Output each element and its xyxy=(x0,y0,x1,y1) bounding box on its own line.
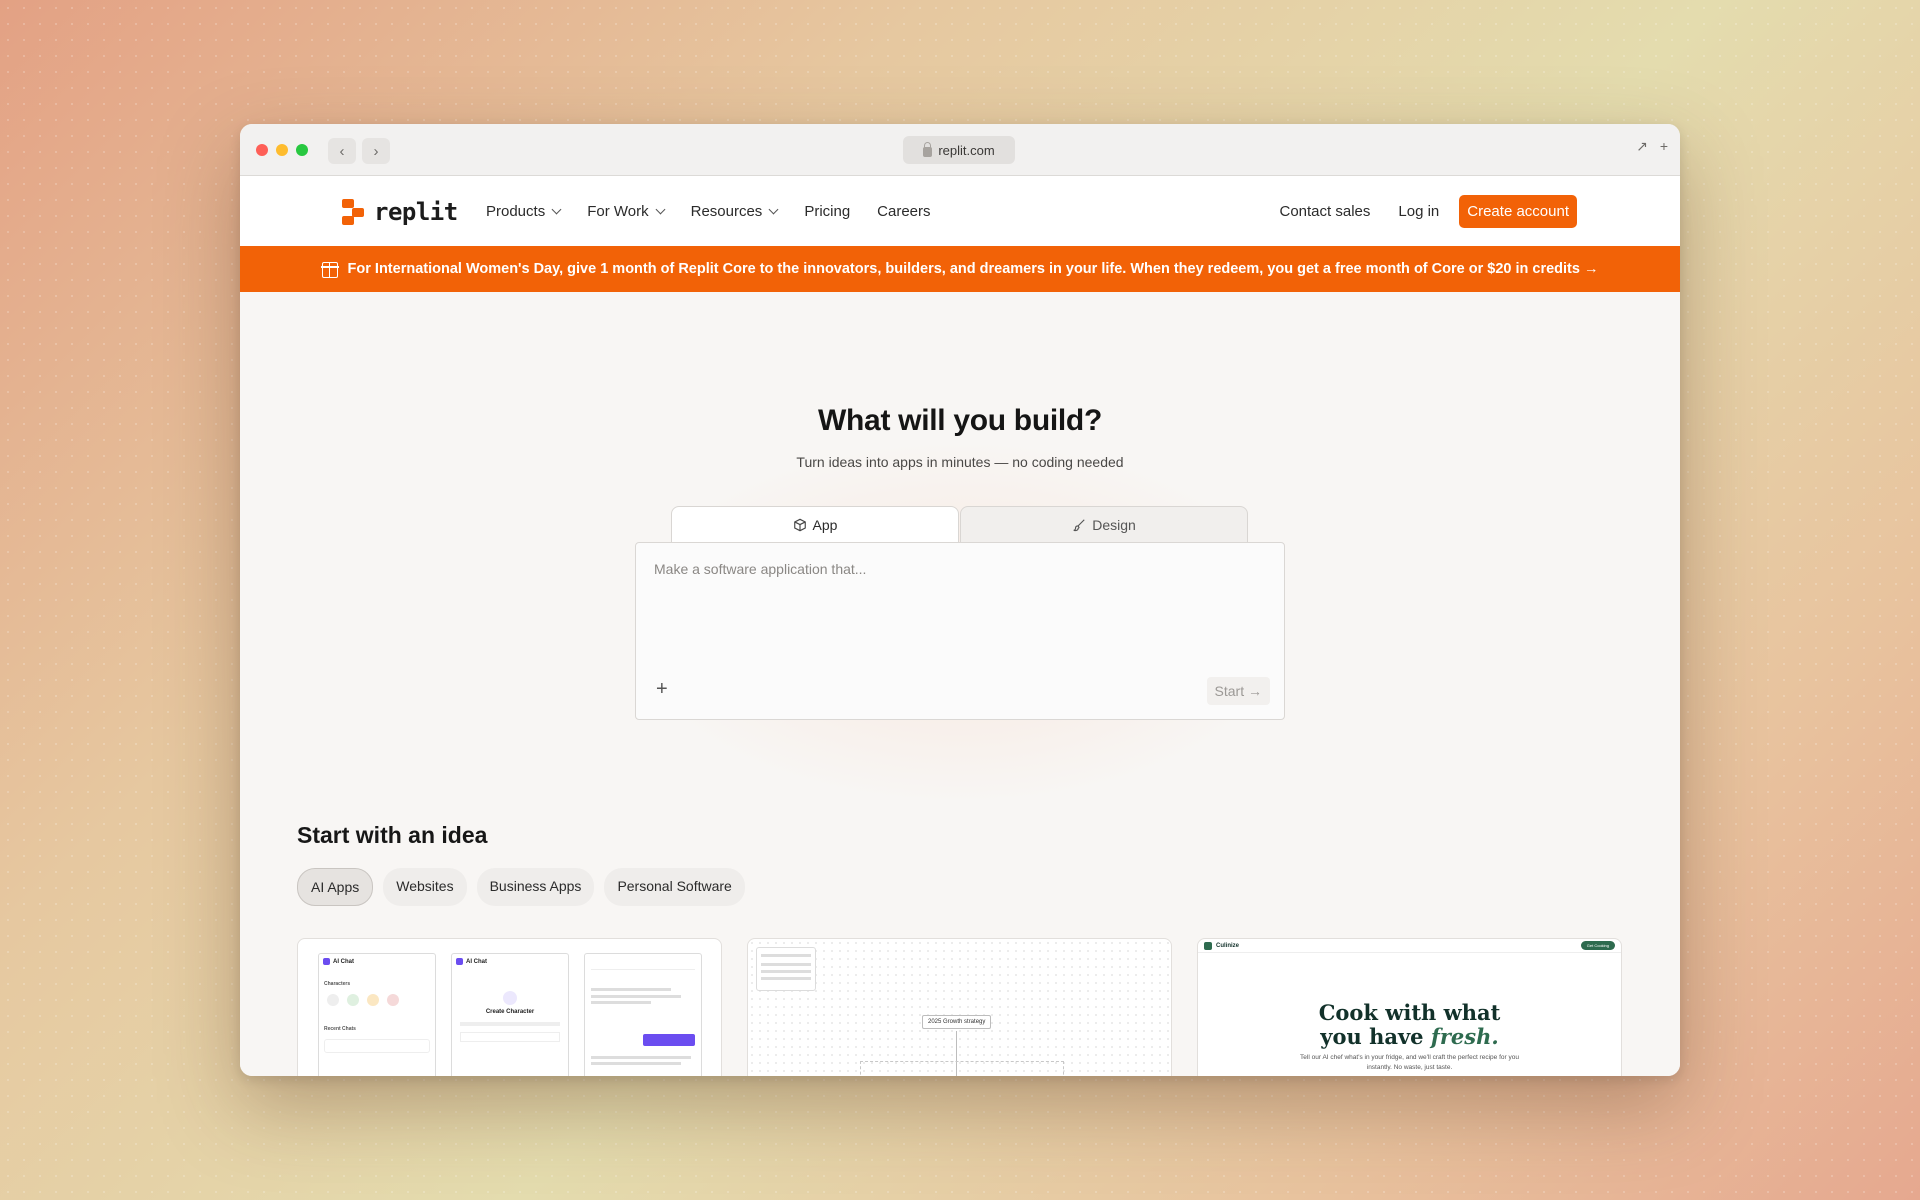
preview-app-name-2: AI Chat xyxy=(466,958,487,965)
back-button[interactable]: ‹ xyxy=(328,138,356,164)
nav-for-work-label: For Work xyxy=(587,202,649,220)
idea-card-flow[interactable]: 2025 Growth strategy xyxy=(747,938,1172,1076)
browser-window: ‹ › replit.com ↗ + replit Products For W… xyxy=(240,124,1680,1076)
start-button-label: Start xyxy=(1214,683,1245,699)
brush-icon xyxy=(1073,518,1085,531)
create-account-button[interactable]: Create account xyxy=(1459,194,1577,228)
promo-banner-text: For International Women's Day, give 1 mo… xyxy=(347,261,1599,277)
preview-create-character: AI Chat Create Character xyxy=(451,953,569,1076)
replit-logo[interactable]: replit xyxy=(342,198,458,226)
preview-chat-thread xyxy=(584,953,702,1076)
tab-app-label: App xyxy=(812,517,838,533)
idea-card-ai-chat[interactable]: AI Chat Characters Recent Chats AI Chat … xyxy=(297,938,722,1076)
nav-resources[interactable]: Resources xyxy=(690,202,779,220)
preview-cook-nav: Culinize Get Cooking xyxy=(1198,939,1621,953)
attach-plus-icon[interactable]: + xyxy=(656,678,668,701)
nav-pricing-label: Pricing xyxy=(804,202,851,220)
chip-ai-apps[interactable]: AI Apps xyxy=(297,868,374,906)
main-nav: Products For Work Resources Pricing Care… xyxy=(486,176,931,246)
tab-design[interactable]: Design xyxy=(960,506,1248,542)
login-link[interactable]: Log in xyxy=(1398,203,1439,220)
chevron-right-icon: › xyxy=(373,142,379,160)
prompt-input[interactable] xyxy=(654,561,1254,577)
preview-cook-brand: Culinize xyxy=(1216,942,1240,949)
app-icon xyxy=(456,958,463,965)
preview-flow-legend xyxy=(756,947,816,991)
history-buttons: ‹ › xyxy=(328,138,390,164)
start-button[interactable]: Start → xyxy=(1206,677,1270,705)
page-title: What will you build? xyxy=(818,404,1102,437)
site-header: replit Products For Work Resources Prici… xyxy=(240,176,1680,246)
nav-pricing[interactable]: Pricing xyxy=(804,203,850,220)
browser-actions: ↗ + xyxy=(1636,138,1668,155)
promo-banner[interactable]: For International Women's Day, give 1 mo… xyxy=(240,246,1680,292)
preview-app-name: AI Chat xyxy=(333,958,354,965)
chevron-left-icon: ‹ xyxy=(339,142,345,160)
window-controls xyxy=(256,144,308,156)
nav-resources-label: Resources xyxy=(690,202,763,220)
main-content: What will you build? Turn ideas into app… xyxy=(240,292,1680,1076)
maximize-window-button[interactable] xyxy=(296,144,308,156)
preview-cook-cta: Get Cooking xyxy=(1580,941,1615,950)
prompt-mode-tabs: App Design xyxy=(671,506,1248,543)
preview-characters-label: Characters xyxy=(324,981,351,987)
preview-cook-subtitle: Tell our AI chef what's in your fridge, … xyxy=(1300,1054,1519,1071)
prompt-box: + Start → xyxy=(635,542,1285,720)
app-icon xyxy=(323,958,330,965)
preview-cook-title-line1: Cook with what xyxy=(1318,1000,1501,1025)
preview-cook-title-em: fresh. xyxy=(1430,1024,1499,1049)
browser-toolbar: ‹ › replit.com ↗ + xyxy=(240,124,1680,176)
cube-icon xyxy=(793,518,806,532)
contact-sales-link[interactable]: Contact sales xyxy=(1280,203,1371,220)
chevron-down-icon xyxy=(551,204,562,214)
chip-business-apps[interactable]: Business Apps xyxy=(476,868,595,906)
tab-design-label: Design xyxy=(1092,516,1136,533)
logo-text: replit xyxy=(374,198,458,226)
tab-app[interactable]: App xyxy=(671,506,959,543)
preview-chat-bubble xyxy=(643,1034,695,1046)
address-bar[interactable]: replit.com xyxy=(903,136,1015,164)
preview-cook-title: Cook with what you have fresh. xyxy=(1198,1001,1621,1049)
nav-careers-label: Careers xyxy=(877,202,931,220)
gift-icon xyxy=(320,262,339,278)
preview-cook-title-line2: you have xyxy=(1320,1024,1424,1049)
chip-personal-software[interactable]: Personal Software xyxy=(604,868,745,906)
minimize-window-button[interactable] xyxy=(276,144,288,156)
idea-cards: AI Chat Characters Recent Chats AI Chat … xyxy=(297,938,1622,1076)
preview-flow-node: 2025 Growth strategy xyxy=(922,1015,992,1029)
replit-logo-icon xyxy=(342,199,366,225)
idea-category-chips: AI Apps Websites Business Apps Personal … xyxy=(297,868,745,906)
idea-card-cooking[interactable]: Culinize Get Cooking Cook with what you … xyxy=(1197,938,1622,1076)
nav-products[interactable]: Products xyxy=(486,202,562,220)
nav-products-label: Products xyxy=(486,202,546,220)
nav-for-work[interactable]: For Work xyxy=(587,202,666,220)
page-subtitle: Turn ideas into apps in minutes — no cod… xyxy=(796,454,1124,470)
preview-create-title: Create Character xyxy=(485,1009,535,1015)
new-tab-icon[interactable]: + xyxy=(1660,138,1668,155)
arrow-right-icon: → xyxy=(1248,683,1262,699)
header-actions: Contact sales Log in Create account xyxy=(1280,176,1577,246)
preview-ai-chat-home: AI Chat Characters Recent Chats xyxy=(318,953,436,1076)
chevron-down-icon xyxy=(655,204,666,214)
forward-button[interactable]: › xyxy=(362,138,390,164)
nav-careers[interactable]: Careers xyxy=(877,203,930,220)
chevron-down-icon xyxy=(768,204,779,214)
chip-websites[interactable]: Websites xyxy=(383,868,467,906)
lock-icon xyxy=(923,141,933,157)
open-external-icon[interactable]: ↗ xyxy=(1636,138,1648,155)
preview-recent-chats-label: Recent Chats xyxy=(324,1026,356,1032)
ideas-heading: Start with an idea xyxy=(297,822,488,848)
close-window-button[interactable] xyxy=(256,144,268,156)
url-text: replit.com xyxy=(938,142,995,158)
